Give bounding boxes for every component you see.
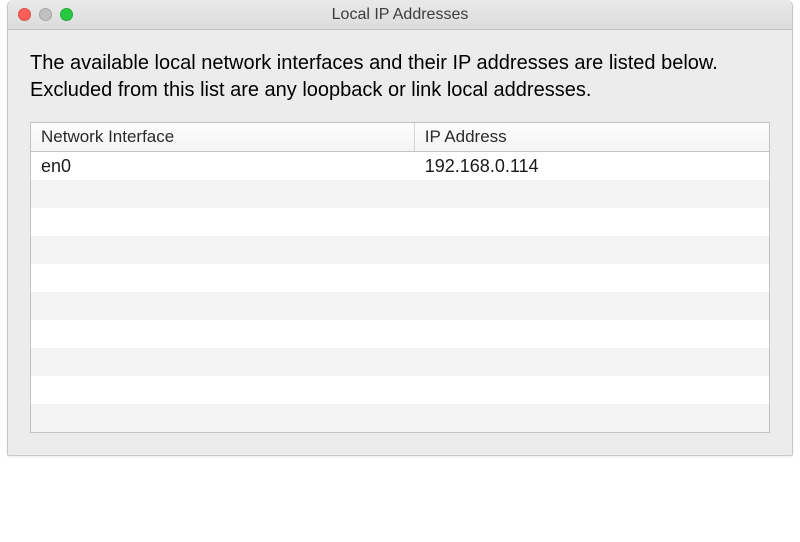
cell-interface — [31, 348, 415, 376]
cell-interface — [31, 264, 415, 292]
table-row[interactable] — [31, 208, 769, 236]
table-row[interactable] — [31, 292, 769, 320]
table-header-row: Network Interface IP Address — [31, 123, 769, 152]
content-area: The available local network interfaces a… — [8, 30, 792, 455]
cell-interface — [31, 376, 415, 404]
ip-table: Network Interface IP Address en0192.168.… — [30, 122, 770, 433]
cell-ip — [415, 348, 769, 376]
cell-ip — [415, 376, 769, 404]
table-row[interactable] — [31, 180, 769, 208]
table-row[interactable] — [31, 376, 769, 404]
window-title: Local IP Addresses — [332, 6, 469, 24]
cell-interface — [31, 292, 415, 320]
cell-interface — [31, 208, 415, 236]
table-row[interactable] — [31, 404, 769, 432]
table-row[interactable] — [31, 348, 769, 376]
cell-ip — [415, 292, 769, 320]
window-controls — [18, 8, 73, 21]
table-row[interactable] — [31, 320, 769, 348]
table-body: en0192.168.0.114 — [31, 152, 769, 432]
cell-ip — [415, 208, 769, 236]
cell-interface — [31, 236, 415, 264]
cell-ip — [415, 236, 769, 264]
cell-interface — [31, 180, 415, 208]
table-row[interactable]: en0192.168.0.114 — [31, 152, 769, 180]
column-header-interface[interactable]: Network Interface — [31, 123, 415, 151]
column-header-ip[interactable]: IP Address — [415, 123, 769, 151]
cell-interface — [31, 404, 415, 432]
cell-ip — [415, 320, 769, 348]
table-row[interactable] — [31, 264, 769, 292]
maximize-icon[interactable] — [60, 8, 73, 21]
close-icon[interactable] — [18, 8, 31, 21]
cell-ip — [415, 180, 769, 208]
cell-ip — [415, 264, 769, 292]
table-row[interactable] — [31, 236, 769, 264]
description-text: The available local network interfaces a… — [30, 50, 770, 104]
cell-ip — [415, 404, 769, 432]
titlebar: Local IP Addresses — [8, 0, 792, 30]
minimize-icon[interactable] — [39, 8, 52, 21]
window: Local IP Addresses The available local n… — [7, 0, 793, 456]
cell-interface — [31, 320, 415, 348]
cell-interface: en0 — [31, 152, 415, 180]
cell-ip: 192.168.0.114 — [415, 152, 769, 180]
